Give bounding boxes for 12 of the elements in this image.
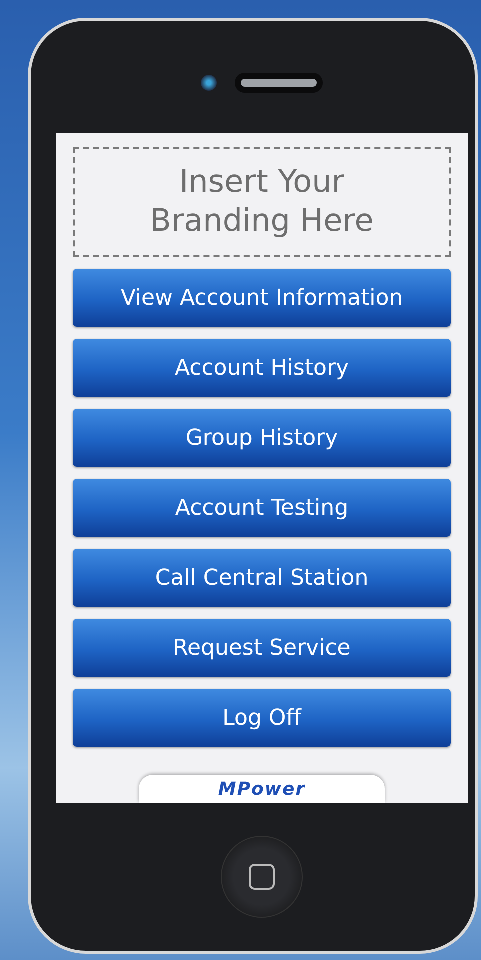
menu-button[interactable]: Call Central Station (73, 549, 451, 607)
menu-button[interactable]: Account History (73, 339, 451, 397)
logo: MPower (218, 778, 306, 800)
menu-button[interactable]: Account Testing (73, 479, 451, 537)
menu-button[interactable]: Request Service (73, 619, 451, 677)
speaker-icon (235, 73, 323, 93)
square-icon (249, 864, 275, 890)
menu-button[interactable]: Log Off (73, 689, 451, 747)
branding-text: Insert Your Branding Here (149, 163, 375, 241)
menu-button[interactable]: Group History (73, 409, 451, 467)
menu-button[interactable]: View Account Information (73, 269, 451, 327)
camera-icon (201, 75, 217, 91)
